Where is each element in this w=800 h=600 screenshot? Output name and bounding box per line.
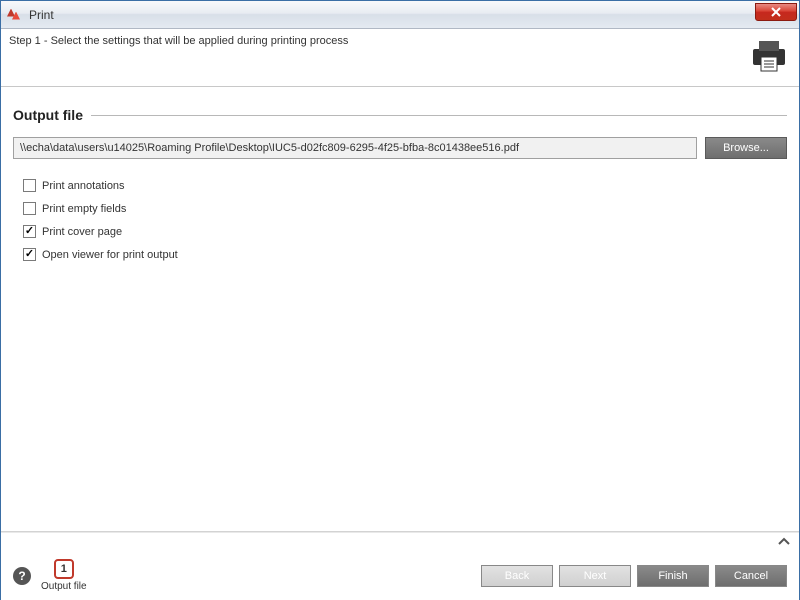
app-icon	[7, 7, 23, 23]
section-title-row: Output file	[13, 107, 787, 123]
step-header: Step 1 - Select the settings that will b…	[1, 29, 799, 87]
section-title: Output file	[13, 107, 83, 123]
checkbox-open-viewer[interactable]: Open viewer for print output	[23, 248, 787, 261]
footer-buttons: Back Next Finish Cancel	[481, 565, 787, 587]
checkbox-print-cover-page[interactable]: Print cover page	[23, 225, 787, 238]
checkbox-icon[interactable]	[23, 248, 36, 261]
checkbox-icon[interactable]	[23, 202, 36, 215]
checkbox-icon[interactable]	[23, 179, 36, 192]
footer-left: ? 1 Output file	[13, 559, 87, 592]
next-button: Next	[559, 565, 631, 587]
checkbox-icon[interactable]	[23, 225, 36, 238]
window-title: Print	[29, 8, 54, 22]
output-file-input[interactable]	[13, 137, 697, 159]
main-content: Output file Browse... Print annotations …	[1, 87, 799, 531]
close-button[interactable]	[755, 3, 797, 21]
step-indicator: 1 Output file	[41, 559, 87, 592]
section-divider	[91, 115, 787, 116]
file-row: Browse...	[13, 137, 787, 159]
footer: ? 1 Output file Back Next Finish Cancel	[1, 551, 799, 600]
step-number: 1	[54, 559, 74, 579]
titlebar: Print	[1, 1, 799, 29]
step-label: Output file	[41, 581, 87, 592]
checkbox-label: Print annotations	[42, 180, 125, 192]
checkbox-print-empty-fields[interactable]: Print empty fields	[23, 202, 787, 215]
close-icon	[770, 6, 782, 18]
finish-button[interactable]: Finish	[637, 565, 709, 587]
back-button: Back	[481, 565, 553, 587]
cancel-button[interactable]: Cancel	[715, 565, 787, 587]
step-description: Step 1 - Select the settings that will b…	[9, 35, 348, 47]
checkbox-label: Print empty fields	[42, 203, 126, 215]
checkbox-label: Print cover page	[42, 226, 122, 238]
help-button[interactable]: ?	[13, 567, 31, 585]
browse-button[interactable]: Browse...	[705, 137, 787, 159]
chevron-up-icon	[777, 535, 791, 547]
checkbox-label: Open viewer for print output	[42, 249, 178, 261]
collapse-control[interactable]	[1, 533, 799, 551]
checkbox-print-annotations[interactable]: Print annotations	[23, 179, 787, 192]
printer-icon	[747, 35, 791, 75]
